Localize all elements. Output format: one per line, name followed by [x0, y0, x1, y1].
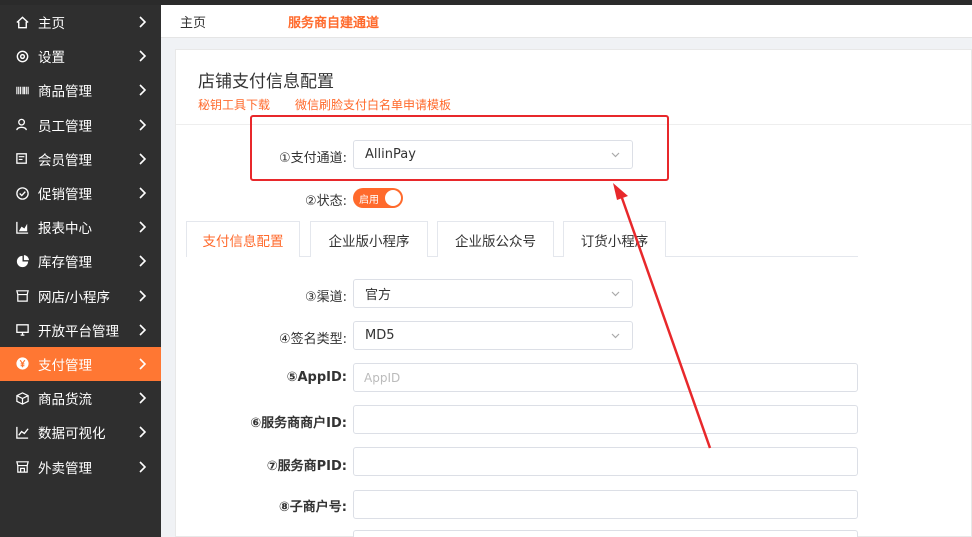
tab-order-mini-program[interactable]: 订货小程序	[563, 221, 666, 257]
sidebar-item-label: 员工管理	[38, 118, 92, 135]
toggle-knob	[385, 190, 401, 206]
breadcrumb-home[interactable]: 主页	[180, 12, 206, 31]
sidebar-item-label: 开放平台管理	[38, 323, 119, 340]
face-pay-whitelist-template-link[interactable]: 微信刷脸支付白名单申请模板	[295, 96, 451, 113]
chart-icon	[14, 219, 30, 235]
merchant-id-input[interactable]	[353, 405, 858, 434]
yuan-icon	[14, 356, 30, 372]
sidebar-item-reports[interactable]: 报表中心	[0, 210, 161, 244]
status-toggle[interactable]: 启用	[353, 188, 403, 208]
line-chart-icon	[14, 424, 30, 440]
next-field-input[interactable]	[353, 530, 858, 537]
sidebar-item-home[interactable]: 主页	[0, 5, 161, 39]
chevron-right-icon	[139, 16, 147, 28]
chevron-right-icon	[139, 84, 147, 97]
sidebar-item-online-shop[interactable]: 网店/小程序	[0, 279, 161, 313]
sidebar-item-label: 报表中心	[38, 221, 92, 238]
sidebar-item-label: 主页	[38, 16, 65, 33]
chevron-right-icon	[139, 392, 147, 404]
sign-type-select[interactable]: MD5	[353, 321, 633, 350]
sidebar-item-products[interactable]: 商品管理	[0, 73, 161, 107]
sidebar-item-label: 促销管理	[38, 187, 92, 204]
sidebar-item-goods-flow[interactable]: 商品货流	[0, 381, 161, 415]
route-label: ③渠道:	[304, 290, 347, 305]
sidebar-item-payment[interactable]: 支付管理	[0, 346, 161, 382]
sidebar-item-open-platform[interactable]: 开放平台管理	[0, 313, 161, 347]
chevron-right-icon	[139, 119, 147, 131]
sidebar-item-settings[interactable]: 设置	[0, 39, 161, 73]
toggle-text: 启用	[359, 195, 379, 206]
member-card-icon	[14, 151, 30, 167]
sidebar-item-label: 数据可视化	[38, 426, 106, 443]
route-select[interactable]: 官方	[353, 279, 633, 308]
sidebar-item-promotions[interactable]: 促销管理	[0, 176, 161, 210]
sidebar-item-members[interactable]: 会员管理	[0, 142, 161, 176]
barcode-icon	[14, 82, 30, 98]
appid-label: ⑤AppID:	[286, 370, 347, 385]
breadcrumb: 主页 服务商自建通道	[161, 5, 972, 38]
shop-icon	[14, 288, 30, 304]
chevron-right-icon	[139, 426, 147, 438]
sub-merchant-label: ⑧子商户号:	[278, 500, 347, 515]
sidebar-item-label: 网店/小程序	[38, 289, 111, 306]
pid-label: ⑦服务商PID:	[266, 459, 347, 474]
tab-enterprise-mini-program[interactable]: 企业版小程序	[310, 221, 428, 257]
check-circle-icon	[14, 185, 30, 201]
appid-input[interactable]	[353, 363, 858, 392]
home-icon	[14, 14, 30, 30]
store-icon	[14, 459, 30, 475]
sign-type-select-value: MD5	[365, 328, 395, 343]
merchant-id-label: ⑥服务商商户ID:	[250, 416, 347, 431]
pie-icon	[14, 253, 30, 269]
channel-label: ①支付通道:	[278, 151, 347, 166]
cube-icon	[14, 390, 30, 406]
tab-payment-config[interactable]: 支付信息配置	[186, 221, 300, 257]
chevron-right-icon	[139, 153, 147, 165]
breadcrumb-current: 服务商自建通道	[288, 15, 380, 31]
gear-icon	[14, 48, 30, 64]
status-label: ②状态:	[304, 194, 347, 209]
chevron-right-icon	[139, 221, 147, 233]
user-icon	[14, 117, 30, 133]
sidebar-item-label: 商品管理	[38, 84, 92, 101]
chevron-right-icon	[139, 255, 147, 267]
sidebar-item-label: 设置	[38, 50, 65, 67]
chevron-right-icon	[139, 324, 147, 336]
sidebar: 主页 设置 商品管理 员工管理 会员管理 促销管理 报表中心 库存管理 网店/小	[0, 5, 161, 537]
sidebar-item-takeout[interactable]: 外卖管理	[0, 449, 161, 483]
sidebar-item-label: 库存管理	[38, 255, 92, 272]
panel-links: 秘钥工具下载 微信刷脸支付白名单申请模板	[198, 96, 971, 113]
chevron-down-icon	[611, 152, 620, 158]
chevron-right-icon	[139, 50, 147, 62]
sign-type-label: ④签名类型:	[278, 332, 347, 347]
tab-enterprise-official-account[interactable]: 企业版公众号	[437, 221, 554, 257]
pid-input[interactable]	[353, 447, 858, 476]
chevron-down-icon	[611, 333, 620, 339]
chevron-right-icon	[139, 460, 147, 473]
chevron-right-icon	[139, 358, 147, 370]
sidebar-item-inventory[interactable]: 库存管理	[0, 244, 161, 278]
sidebar-item-label: 外卖管理	[38, 460, 92, 477]
sidebar-item-data-visualization[interactable]: 数据可视化	[0, 415, 161, 449]
chevron-right-icon	[139, 290, 147, 302]
page-title: 店铺支付信息配置	[198, 72, 334, 92]
sidebar-item-label: 商品货流	[38, 392, 92, 409]
key-tool-download-link[interactable]: 秘钥工具下载	[198, 96, 270, 113]
route-select-value: 官方	[365, 288, 392, 303]
sub-merchant-input[interactable]	[353, 490, 858, 519]
sidebar-item-staff[interactable]: 员工管理	[0, 108, 161, 142]
chevron-down-icon	[611, 291, 620, 297]
sidebar-item-label: 会员管理	[38, 152, 92, 169]
monitor-icon	[14, 322, 30, 338]
chevron-right-icon	[139, 187, 147, 199]
channel-select-value: AllinPay	[365, 147, 416, 162]
channel-select[interactable]: AllinPay	[353, 140, 633, 169]
sidebar-item-label: 支付管理	[38, 357, 92, 374]
panel-header: 店铺支付信息配置 秘钥工具下载 微信刷脸支付白名单申请模板	[176, 50, 971, 125]
